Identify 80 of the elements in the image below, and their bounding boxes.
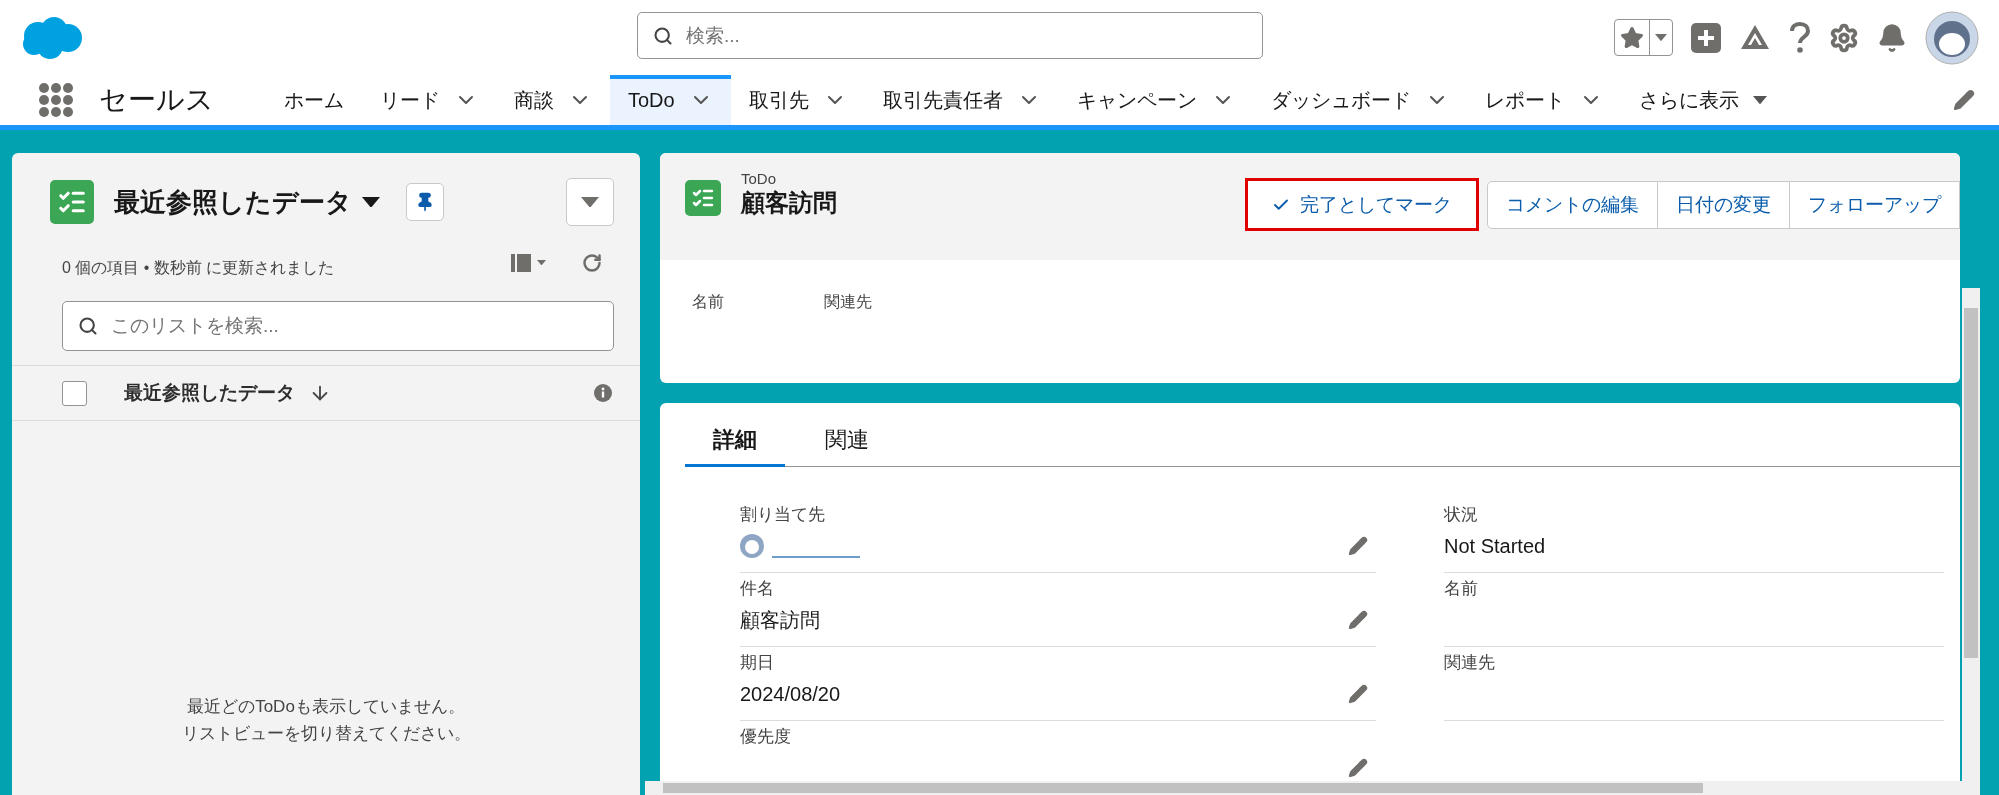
list-title: 最近参照したデータ (114, 185, 352, 219)
field-label: 割り当て先 (740, 504, 826, 526)
list-view-menu-button[interactable] (362, 196, 380, 208)
search-field[interactable]: 検索... (637, 12, 1263, 59)
pencil-icon (1348, 684, 1368, 704)
help-icon (1789, 21, 1811, 54)
refresh-button[interactable] (582, 252, 602, 273)
nav-tab[interactable]: ホーム (266, 75, 362, 125)
edit-button[interactable] (1348, 684, 1368, 704)
object-name: ToDo (741, 170, 778, 187)
add-button[interactable] (1691, 22, 1721, 53)
nav-tab[interactable]: ToDo (610, 75, 731, 125)
caret-down-icon (581, 196, 599, 208)
nav-tab[interactable]: 商談 (496, 75, 610, 125)
nav-tab[interactable]: ダッシュボード (1252, 75, 1467, 125)
caret-down-icon (362, 196, 380, 208)
highlight-label: 関連先 (824, 292, 872, 312)
task-list-icon (685, 180, 721, 216)
display-as-button[interactable] (511, 252, 546, 273)
notifications-button[interactable] (1877, 22, 1907, 53)
edit-button[interactable] (1348, 758, 1368, 778)
star-icon (1620, 25, 1644, 50)
app-name: セールス (99, 83, 214, 117)
field-label: 件名 (740, 578, 775, 600)
field-value: Not Started (1444, 534, 1546, 558)
plus-square-icon (1691, 22, 1721, 53)
pencil-icon (1953, 89, 1975, 111)
field-label: 期日 (740, 652, 775, 674)
caret-down-icon (537, 259, 546, 266)
field-label: 状況 (1444, 504, 1479, 526)
settings-icon (1829, 22, 1859, 53)
pencil-icon (1348, 758, 1368, 778)
search-icon (78, 316, 98, 336)
action-button[interactable]: 完了としてマーク (1245, 178, 1479, 231)
field-label: 優先度 (740, 726, 792, 748)
bell-icon (1877, 22, 1907, 53)
pencil-icon (1348, 610, 1368, 630)
app-launcher-icon[interactable] (38, 82, 74, 118)
pin-button[interactable] (406, 183, 444, 221)
detail-tab[interactable]: 詳細 (685, 403, 785, 467)
cloud-logo[interactable] (20, 15, 84, 60)
field-label: 名前 (1444, 578, 1479, 600)
field-label: 関連先 (1444, 652, 1496, 674)
refresh-icon (582, 252, 602, 273)
table-view-icon (511, 252, 531, 273)
nav-tab[interactable]: キャンペーン (1058, 75, 1253, 125)
field-value: 顧客訪問 (740, 607, 820, 633)
action-button[interactable]: 日付の変更 (1658, 180, 1790, 229)
more-tab[interactable]: さらに表示 (1620, 75, 1785, 125)
action-button[interactable]: コメントの編集 (1487, 180, 1658, 229)
nav-tab[interactable]: リード (362, 75, 496, 125)
edit-button[interactable] (1348, 610, 1368, 630)
action-button[interactable]: フォローアップ (1790, 180, 1960, 229)
field-value: 2024/08/20 (740, 682, 841, 706)
caret-down-icon (1655, 33, 1667, 42)
pin-icon (415, 192, 435, 212)
help-button[interactable] (1789, 21, 1811, 54)
pencil-icon (1348, 536, 1368, 556)
task-list-icon (50, 180, 94, 224)
search-icon (653, 25, 673, 46)
empty-message: リストビューを切り替えてください。 (181, 723, 471, 745)
list-actions-button[interactable] (566, 178, 614, 226)
select-all-checkbox[interactable] (62, 380, 87, 406)
list-search-field[interactable]: このリストを検索... (62, 301, 614, 351)
user-avatar[interactable] (1925, 10, 1979, 65)
edit-button[interactable] (1348, 536, 1368, 556)
detail-tab[interactable]: 関連 (797, 403, 897, 467)
nav-tab[interactable]: レポート (1466, 75, 1621, 125)
highlight-label: 名前 (692, 292, 724, 312)
list-status: 0 個の項目 • 数秒前 に更新されました (62, 258, 335, 278)
record-title: 顧客訪問 (741, 188, 837, 218)
info-icon (594, 384, 612, 402)
nav-tab[interactable]: 取引先 (730, 75, 865, 125)
avatar-icon (740, 534, 764, 558)
empty-message: 最近どのToDoも表示していません。 (187, 696, 465, 718)
settings-button[interactable] (1829, 22, 1859, 53)
favorites-control[interactable] (1614, 19, 1673, 56)
caret-down-icon (1752, 95, 1767, 105)
column-label[interactable]: 最近参照したデータ (124, 380, 295, 406)
nav-tab[interactable]: 取引先責任者 (864, 75, 1059, 125)
